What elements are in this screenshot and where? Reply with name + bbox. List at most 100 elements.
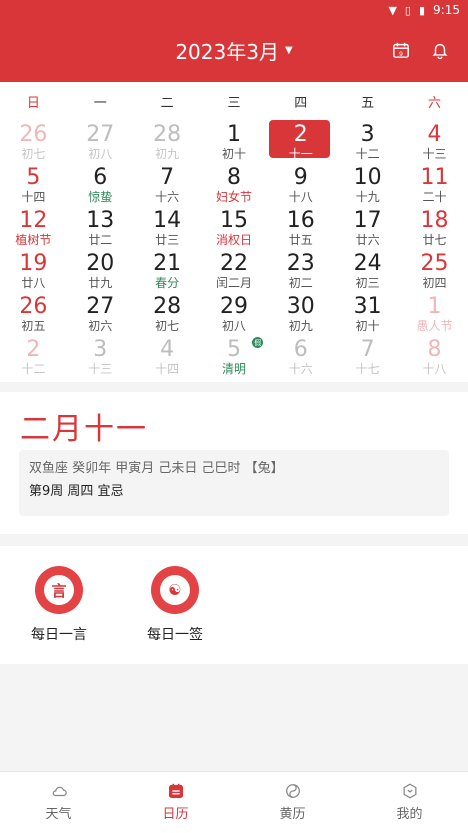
quote-glyph: 言	[44, 575, 74, 605]
day-cell[interactable]: 3 十三	[67, 335, 134, 378]
tab-weather[interactable]: 天气	[0, 772, 117, 833]
lunar-label: 十八	[422, 361, 447, 376]
day-cell[interactable]: 31 初十	[334, 292, 401, 335]
tab-calendar[interactable]: 日历	[117, 772, 234, 833]
day-cell[interactable]: 12 植树节	[0, 206, 67, 249]
lunar-label: 清明	[221, 361, 246, 376]
day-cell[interactable]: 13 廿二	[67, 206, 134, 249]
day-cell[interactable]: 22 闰二月	[201, 249, 268, 292]
day-number: 6	[93, 164, 108, 190]
day-cell[interactable]: 23 初二	[267, 249, 334, 292]
day-cell[interactable]: 21 春分	[134, 249, 201, 292]
day-cell[interactable]: 1 愚人节	[401, 292, 468, 335]
day-cell[interactable]: 4 十四	[134, 335, 201, 378]
lunar-label: 十一	[288, 146, 313, 161]
lunar-label: 十四	[155, 361, 180, 376]
today-calendar-icon[interactable]: 9	[391, 40, 411, 60]
day-cell[interactable]: 25 初四	[401, 249, 468, 292]
day-cell[interactable]: 19 廿八	[0, 249, 67, 292]
lunar-label: 十二	[355, 146, 380, 161]
day-cell[interactable]: 24 初三	[334, 249, 401, 292]
day-cell[interactable]: 8 十八	[401, 335, 468, 378]
lunar-label: 初十	[355, 318, 380, 333]
day-cell[interactable]: 27 初八	[67, 120, 134, 163]
day-cell[interactable]: 11 二十	[401, 163, 468, 206]
day-cell[interactable]: 29 初八	[201, 292, 268, 335]
lunar-label: 廿九	[88, 275, 113, 290]
daily-fortune-button[interactable]: ☯ 每日一签	[135, 566, 215, 644]
day-cell[interactable]: 15 消权日	[201, 206, 268, 249]
day-cell[interactable]: 6 十六	[267, 335, 334, 378]
day-number: 7	[360, 336, 375, 362]
lunar-label: 消权日	[215, 232, 252, 247]
bell-icon[interactable]	[430, 40, 450, 60]
lunar-label: 初九	[155, 146, 180, 161]
day-cell[interactable]: 7 十六	[134, 163, 201, 206]
lunar-label: 廿五	[288, 232, 313, 247]
tab-label: 天气	[45, 807, 72, 822]
day-number: 5	[26, 164, 41, 190]
day-cell[interactable]: 28 初九	[134, 120, 201, 163]
tab-label: 我的	[396, 807, 423, 822]
lunar-label: 二十	[422, 189, 447, 204]
week-row: 26 初七 27 初八 28 初九 1 初十 2 十一 3 十二 4 十三	[0, 120, 468, 163]
day-detail-box[interactable]: 双鱼座 癸卯年 甲寅月 己未日 己巳时 【兔】 第9周 周四 宜忌	[19, 450, 449, 516]
day-number: 4	[160, 336, 175, 362]
day-cell[interactable]: 2 十二	[0, 335, 67, 378]
day-cell[interactable]: 27 初六	[67, 292, 134, 335]
day-number: 7	[160, 164, 175, 190]
daily-quote-button[interactable]: 言 每日一言	[19, 566, 99, 644]
calendar-icon	[168, 783, 183, 799]
day-cell[interactable]: 4 十三	[401, 120, 468, 163]
day-cell[interactable]: 14 廿三	[134, 206, 201, 249]
lunar-label: 廿八	[21, 275, 46, 290]
day-number: 15	[219, 207, 248, 233]
lunar-label: 廿三	[155, 232, 180, 247]
lunar-label: 十六	[288, 361, 313, 376]
week-yiji-line: 第9周 周四 宜忌	[29, 484, 124, 499]
day-cell[interactable]: 26 初七	[0, 120, 67, 163]
day-number: 28	[153, 293, 182, 319]
tab-profile[interactable]: 我的	[351, 772, 468, 833]
day-number: 14	[153, 207, 182, 233]
day-number: 5	[226, 336, 241, 362]
day-number: 11	[420, 164, 449, 190]
day-cell[interactable]: 3 十二	[334, 120, 401, 163]
day-cell[interactable]: 5 清明 假	[201, 335, 268, 378]
day-cell[interactable]: 20 廿九	[67, 249, 134, 292]
day-cell-selected[interactable]: 2 十一	[267, 120, 334, 163]
tab-label: 日历	[162, 807, 189, 822]
lunar-label: 廿二	[88, 232, 113, 247]
lunar-label: 十六	[155, 189, 180, 204]
weekday-label: 二	[160, 95, 174, 111]
cloud-icon	[52, 786, 67, 797]
weekday-label: 六	[427, 95, 441, 111]
day-cell[interactable]: 26 初五	[0, 292, 67, 335]
day-cell[interactable]: 28 初七	[134, 292, 201, 335]
day-cell[interactable]: 1 初十	[201, 120, 268, 163]
day-cell[interactable]: 10 十九	[334, 163, 401, 206]
day-number: 29	[219, 293, 248, 319]
no-sim-icon: ▯	[404, 3, 411, 17]
weekday-label: 三	[227, 95, 241, 111]
day-cell[interactable]: 30 初九	[267, 292, 334, 335]
day-cell[interactable]: 9 十八	[267, 163, 334, 206]
day-cell[interactable]: 5 十四	[0, 163, 67, 206]
lunar-label: 十三	[422, 146, 447, 161]
day-cell[interactable]: 8 妇女节	[201, 163, 268, 206]
day-cell[interactable]: 7 十七	[334, 335, 401, 378]
day-number: 3	[360, 121, 375, 147]
page-title: 2023年3月	[175, 40, 279, 64]
tab-almanac[interactable]: 黄历	[234, 772, 351, 833]
lunar-label: 十二	[21, 361, 46, 376]
day-cell[interactable]: 18 廿七	[401, 206, 468, 249]
day-cell[interactable]: 17 廿六	[334, 206, 401, 249]
day-number: 23	[286, 250, 315, 276]
lunar-label: 初十	[221, 146, 246, 161]
lunar-label: 初三	[355, 275, 380, 290]
day-cell[interactable]: 16 廿五	[267, 206, 334, 249]
day-number: 22	[219, 250, 248, 276]
svg-text:9: 9	[399, 51, 403, 58]
day-number: 26	[19, 293, 48, 319]
day-cell[interactable]: 6 惊蛰	[67, 163, 134, 206]
